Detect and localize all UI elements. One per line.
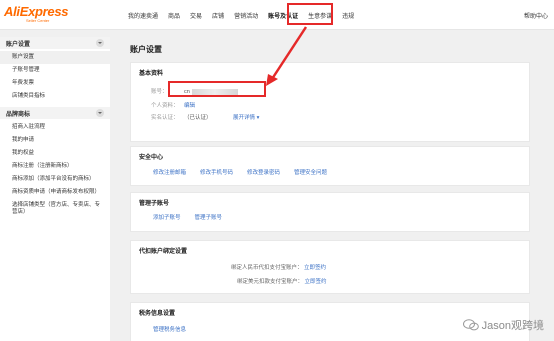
watermark: Jason观跨境 [462, 317, 544, 333]
edit-profile-link[interactable]: 编辑 [184, 103, 195, 109]
sidebar-item-trademark-qualification[interactable]: 商标资质申请（申请商标发布权限） [0, 186, 100, 199]
usd-binding-label: 绑定美元扣款支付宝账户： [237, 279, 304, 285]
card-title: 管理子账号 [139, 201, 170, 207]
nav-violations[interactable]: 违规 [342, 11, 354, 20]
payment-binding-card: 代扣账户绑定设置 绑定人民币代扣支付宝账户： 立即签约 绑定美元扣款支付宝账户：… [130, 240, 530, 294]
card-title: 代扣账户绑定设置 [139, 249, 188, 255]
manage-tax-info-link[interactable]: 管理税务信息 [153, 325, 186, 333]
nav-orders[interactable]: 交易 [190, 11, 202, 20]
rmb-binding-row: 绑定人民币代扣支付宝账户： 立即签约 [231, 263, 326, 271]
basic-info-card: 基本资料 账号： cn 个人资料： 编辑 实名认证： （已认证） 展开详情 ▾ [130, 62, 530, 142]
profile-row: 个人资料： 编辑 [151, 101, 195, 109]
change-email-link[interactable]: 修改注册邮箱 [153, 168, 186, 176]
card-title: 安全中心 [139, 155, 164, 161]
top-navigation-bar: AliExpress Seller Center 我的速卖通 商品 交易 店铺 … [0, 0, 554, 30]
nav-store[interactable]: 店铺 [212, 11, 224, 20]
add-sub-account-link[interactable]: 添加子账号 [153, 213, 181, 221]
sidebar-item-store-category-metrics[interactable]: 店铺类目指标 [0, 90, 110, 103]
card-title: 基本资料 [139, 71, 164, 77]
nav-products[interactable]: 商品 [168, 11, 180, 20]
security-center-card: 安全中心 修改注册邮箱 修改手机号码 修改登录密码 管理安全问题 [130, 146, 530, 186]
verification-status: （已认证） [184, 115, 212, 121]
chevron-down-icon[interactable]: ▾ [257, 115, 260, 121]
page-title: 账户设置 [130, 45, 162, 54]
sidebar-group-title: 品牌商标 [6, 111, 31, 118]
sidebar-group-title: 账户设置 [6, 41, 31, 48]
tax-links: 管理税务信息 [153, 325, 200, 333]
security-links: 修改注册邮箱 修改手机号码 修改登录密码 管理安全问题 [153, 168, 341, 176]
usd-binding-row: 绑定美元扣款支付宝账户： 立即签约 [237, 277, 327, 285]
sidebar-item-onboarding-process[interactable]: 招商入驻流程 [0, 121, 110, 134]
logo-text: AliExpress [4, 4, 69, 19]
sidebar-item-trademark-register[interactable]: 商标注册（注册新商标） [0, 160, 110, 173]
sub-account-links: 添加子账号 管理子账号 [153, 213, 236, 221]
sidebar-group-account-settings[interactable]: 账户设置 [0, 37, 110, 49]
nav-marketing[interactable]: 营销活动 [234, 11, 258, 20]
sidebar-item-trademark-add[interactable]: 商标添加（添加平台没有的商标） [0, 173, 95, 186]
sidebar-item-my-rights[interactable]: 我的权益 [0, 147, 110, 160]
card-title: 税务信息设置 [139, 311, 176, 317]
rmb-binding-label: 绑定人民币代扣支付宝账户： [231, 265, 303, 271]
verification-row: 实名认证： （已认证） 展开详情 ▾ [151, 113, 259, 121]
verification-label: 实名认证： [151, 115, 179, 121]
manage-security-questions-link[interactable]: 管理安全问题 [294, 168, 327, 176]
nav-highlight-box [287, 3, 333, 25]
manage-sub-accounts-link[interactable]: 管理子账号 [195, 213, 223, 221]
help-center-link[interactable]: 帮助中心 [524, 11, 548, 20]
account-highlight-box [168, 81, 266, 97]
collapse-icon[interactable] [96, 39, 104, 47]
wechat-icon [462, 319, 479, 331]
sidebar-group-brand-trademark[interactable]: 品牌商标 [0, 107, 110, 119]
watermark-text: Jason观跨境 [481, 320, 544, 332]
aliexpress-logo[interactable]: AliExpress Seller Center [4, 4, 69, 23]
collapse-icon[interactable] [96, 109, 104, 117]
sidebar-item-sub-accounts[interactable]: 子账号管理 [0, 64, 110, 77]
expand-details-link[interactable]: 展开详情 [233, 115, 255, 121]
nav-my-aliexpress[interactable]: 我的速卖通 [128, 11, 158, 20]
sidebar-item-store-type[interactable]: 选择店铺类型（官方店、专卖店、专营店） [0, 199, 100, 219]
profile-label: 个人资料： [151, 103, 179, 109]
sidebar-item-annual-fee-invoice[interactable]: 年费发票 [0, 77, 110, 90]
logo-subtitle: Seller Center [26, 18, 50, 23]
rmb-sign-link[interactable]: 立即签约 [304, 265, 326, 271]
usd-sign-link[interactable]: 立即签约 [305, 279, 327, 285]
sidebar-item-account-settings[interactable]: 账户设置 [0, 51, 110, 64]
sidebar: 账户设置 账户设置 子账号管理 年费发票 店铺类目指标 品牌商标 招商入驻流程 … [0, 37, 110, 341]
change-phone-link[interactable]: 修改手机号码 [200, 168, 233, 176]
sub-accounts-card: 管理子账号 添加子账号 管理子账号 [130, 192, 530, 232]
change-password-link[interactable]: 修改登录密码 [247, 168, 280, 176]
sidebar-item-my-applications[interactable]: 我的申请 [0, 134, 110, 147]
